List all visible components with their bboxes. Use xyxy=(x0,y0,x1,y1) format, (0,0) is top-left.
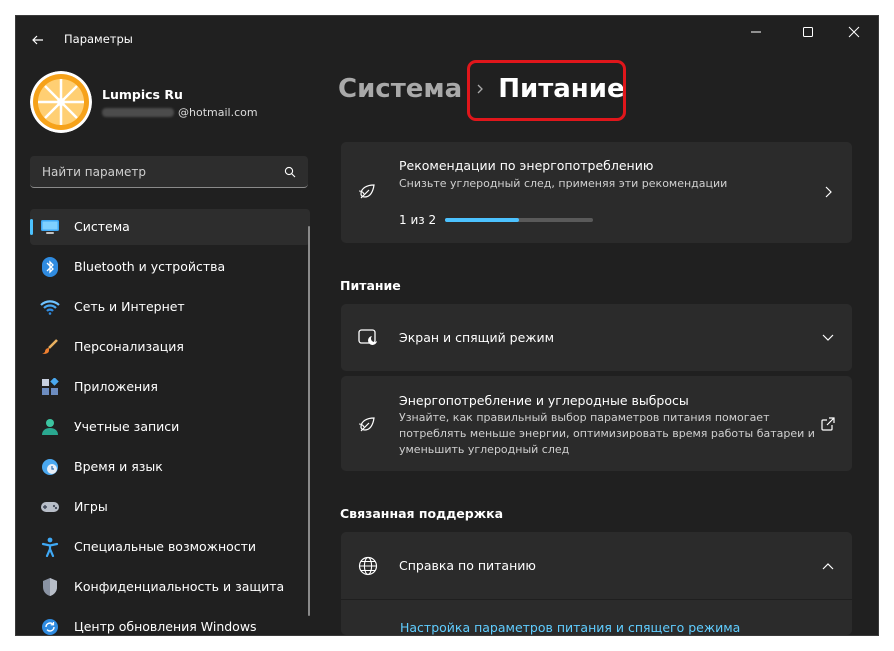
progress-fill xyxy=(445,218,519,222)
bluetooth-icon xyxy=(40,257,60,277)
user-name: Lumpics Ru xyxy=(102,87,183,102)
sidebar-item-label: Специальные возможности xyxy=(74,539,257,554)
close-icon xyxy=(848,26,860,38)
sidebar-item-apps[interactable]: Приложения xyxy=(30,369,310,405)
sidebar-item-personalization[interactable]: Персонализация xyxy=(30,329,310,365)
sidebar-scrollbar[interactable] xyxy=(308,226,310,616)
minimize-button[interactable] xyxy=(736,20,776,44)
sidebar-item-label: Учетные записи xyxy=(74,419,180,434)
accessibility-icon xyxy=(40,537,60,557)
sidebar-item-label: Bluetooth и устройства xyxy=(74,259,226,274)
update-icon xyxy=(40,617,60,635)
open-external-icon[interactable] xyxy=(820,416,836,432)
sidebar-item-label: Персонализация xyxy=(74,339,184,354)
power-help-title: Справка по питанию xyxy=(399,558,536,573)
section-title-support: Связанная поддержка xyxy=(340,506,504,521)
wifi-icon xyxy=(40,297,60,317)
sidebar-item-label: Система xyxy=(74,219,130,234)
sidebar-item-label: Игры xyxy=(74,499,108,514)
settings-window: Параметры Lumpics Ru @hotmail.com Найти … xyxy=(16,16,878,635)
sidebar-item-network[interactable]: Сеть и Интернет xyxy=(30,289,310,325)
sidebar-item-label: Центр обновления Windows xyxy=(74,619,257,634)
chevron-right-icon[interactable] xyxy=(820,184,836,200)
sidebar-item-accounts[interactable]: Учетные записи xyxy=(30,409,310,445)
card-divider xyxy=(341,599,852,600)
leaf-icon xyxy=(358,417,375,432)
back-arrow-icon[interactable] xyxy=(28,30,48,50)
screen-sleep-card[interactable]: Экран и спящий режим xyxy=(341,304,852,371)
energy-carbon-description: Узнайте, как правильный выбор параметров… xyxy=(399,411,815,456)
orange-slice-avatar-icon xyxy=(30,71,92,133)
avatar[interactable] xyxy=(30,71,92,133)
energy-carbon-title: Энергопотребление и углеродные выбросы xyxy=(399,393,689,408)
chevron-up-icon[interactable] xyxy=(820,558,836,574)
apps-icon xyxy=(40,377,60,397)
search-box[interactable] xyxy=(30,156,308,188)
recommendations-title: Рекомендации по энергопотреблению xyxy=(399,158,654,173)
app-title: Параметры xyxy=(64,32,133,46)
sidebar-item-bluetooth[interactable]: Bluetooth и устройства xyxy=(30,249,310,285)
sidebar-item-windows-update[interactable]: Центр обновления Windows xyxy=(30,609,310,635)
shield-icon xyxy=(40,577,60,597)
sidebar-item-system[interactable]: Система xyxy=(30,209,310,245)
recommendations-progress-bar xyxy=(445,218,593,222)
sidebar-item-privacy[interactable]: Конфиденциальность и защита xyxy=(30,569,310,605)
monitor-icon xyxy=(40,217,60,237)
title-bar: Параметры xyxy=(16,16,878,62)
minimize-icon xyxy=(751,31,761,33)
email-domain: @hotmail.com xyxy=(178,106,258,119)
sidebar-item-label: Сеть и Интернет xyxy=(74,299,185,314)
search-input[interactable] xyxy=(40,162,274,182)
sidebar-item-time-language[interactable]: Время и язык xyxy=(30,449,310,485)
screen-sleep-title: Экран и спящий режим xyxy=(399,330,555,345)
person-icon xyxy=(40,417,60,437)
close-button[interactable] xyxy=(834,20,874,44)
recommendations-description: Снизьте углеродный след, применяя эти ре… xyxy=(399,177,728,190)
chevron-down-icon[interactable] xyxy=(820,330,836,346)
maximize-icon xyxy=(803,27,813,37)
globe-icon xyxy=(358,556,378,576)
sidebar-item-accessibility[interactable]: Специальные возможности xyxy=(30,529,310,565)
sidebar-item-label: Приложения xyxy=(74,379,158,394)
maximize-button[interactable] xyxy=(788,20,828,44)
gamepad-icon xyxy=(40,497,60,517)
sidebar-item-label: Время и язык xyxy=(74,459,163,474)
active-indicator xyxy=(30,219,33,235)
leaf-icon xyxy=(358,184,375,199)
sidebar-nav: Система Bluetooth и устройства Сеть и Ин… xyxy=(30,209,310,635)
user-email: @hotmail.com xyxy=(102,106,258,119)
recommendations-progress-text: 1 из 2 xyxy=(399,213,437,227)
section-title-power: Питание xyxy=(340,278,401,293)
recommendations-card[interactable]: Рекомендации по энергопотреблению Снизьт… xyxy=(341,142,852,243)
email-redaction xyxy=(102,108,174,117)
highlight-annotation-box xyxy=(467,60,626,121)
energy-carbon-card[interactable]: Энергопотребление и углеродные выбросы У… xyxy=(341,376,852,471)
sidebar-item-label: Конфиденциальность и защита xyxy=(74,579,285,594)
screen-sleep-icon xyxy=(358,329,377,345)
sidebar-item-gaming[interactable]: Игры xyxy=(30,489,310,525)
brush-icon xyxy=(40,337,60,357)
search-icon[interactable] xyxy=(284,166,296,178)
breadcrumb-parent[interactable]: Система xyxy=(338,74,462,104)
clock-globe-icon xyxy=(40,457,60,477)
power-sleep-settings-link[interactable]: Настройка параметров питания и спящего р… xyxy=(400,620,740,635)
